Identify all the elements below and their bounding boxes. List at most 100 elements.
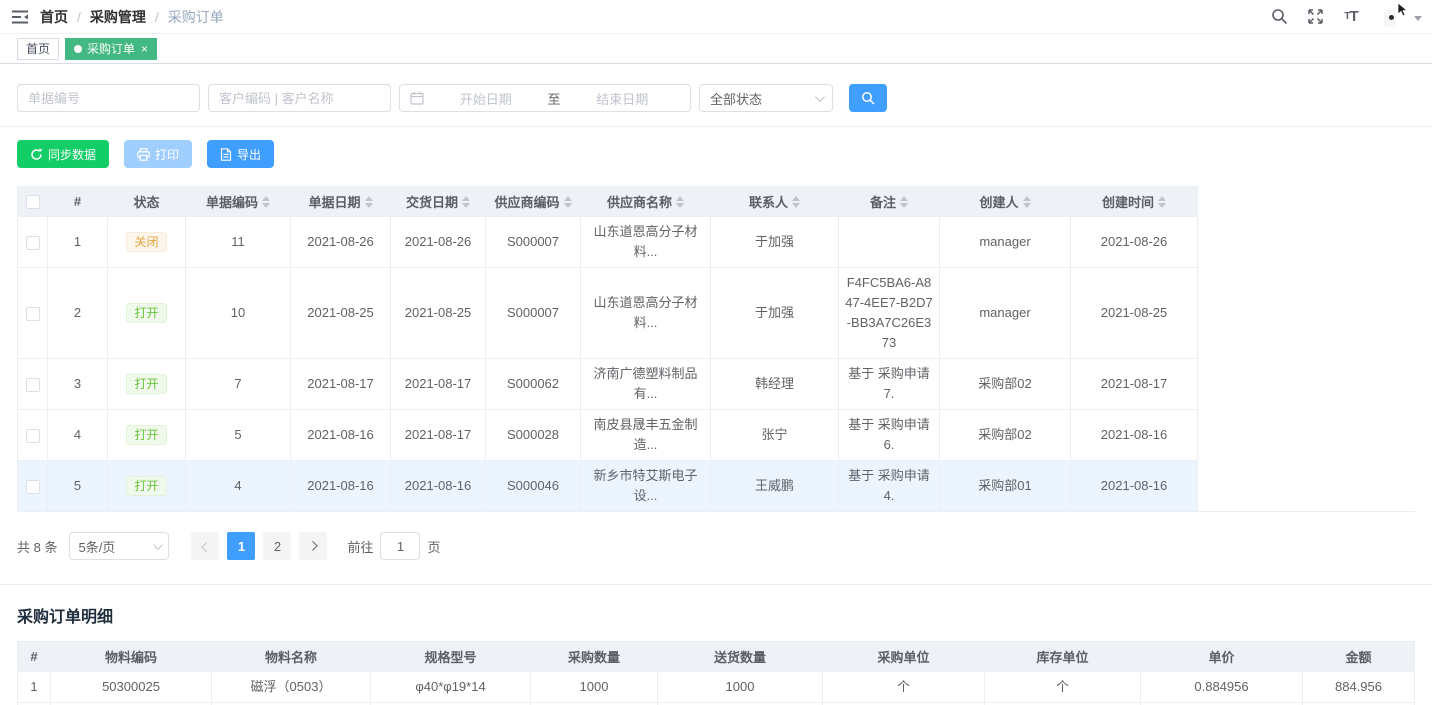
detail-row[interactable]: 1 50300025 磁浮（0503） φ40*φ19*14 1000 1000… <box>18 672 1415 703</box>
start-date-placeholder[interactable]: 开始日期 <box>428 89 544 108</box>
sync-data-label: 同步数据 <box>48 146 96 163</box>
tab-purchase-order[interactable]: 采购订单 × <box>65 38 157 60</box>
user-avatar[interactable] <box>1376 2 1406 32</box>
col-order-code-label: 单据编码 <box>206 192 258 211</box>
end-date-placeholder[interactable]: 结束日期 <box>565 89 681 108</box>
row-checkbox[interactable] <box>26 429 40 443</box>
sort-carets-icon <box>262 196 270 208</box>
chevron-down-icon <box>153 540 163 550</box>
cell <box>839 217 940 268</box>
cell: 2021-08-26 <box>291 217 391 268</box>
cell: 基于 采购申请 7. <box>839 359 940 410</box>
print-button[interactable]: 打印 <box>124 140 192 168</box>
cell: 2021-08-25 <box>391 268 486 359</box>
cell: 韩经理 <box>711 359 839 410</box>
breadcrumb-module[interactable]: 采购管理 <box>90 7 146 27</box>
export-label: 导出 <box>237 146 261 163</box>
goto-page-input[interactable] <box>380 532 420 560</box>
prev-page-button[interactable] <box>191 532 219 560</box>
sort-order-code[interactable]: 单据编码 <box>206 192 270 211</box>
next-page-button[interactable] <box>299 532 327 560</box>
cell: 2021-08-16 <box>291 410 391 461</box>
sort-supplier-name[interactable]: 供应商名称 <box>607 192 684 211</box>
cell: 2021-08-16 <box>291 461 391 512</box>
document-icon <box>220 148 232 161</box>
order-no-input[interactable] <box>17 84 200 112</box>
tab-home-label: 首页 <box>26 40 50 57</box>
customer-input[interactable] <box>208 84 391 112</box>
status-select[interactable]: 全部状态 <box>699 84 833 112</box>
date-range-picker[interactable]: 开始日期 至 结束日期 <box>399 84 691 112</box>
row-checkbox[interactable] <box>26 307 40 321</box>
cell: 新乡市特艾斯电子设... <box>581 461 711 512</box>
sort-contact[interactable]: 联系人 <box>749 192 800 211</box>
page-size-select[interactable]: 5条/页 <box>69 532 169 560</box>
col-contact-label: 联系人 <box>749 192 788 211</box>
order-row[interactable]: 1 关闭 11 2021-08-26 2021-08-26 S000007 山东… <box>18 217 1198 268</box>
tags-view-bar: 首页 采购订单 × <box>0 34 1432 64</box>
cell: 2021-08-17 <box>1071 359 1198 410</box>
row-checkbox[interactable] <box>26 236 40 250</box>
font-size-icon[interactable]: TT <box>1336 0 1366 34</box>
cell: 采购部02 <box>940 410 1071 461</box>
tab-close-icon[interactable]: × <box>141 43 148 55</box>
export-button[interactable]: 导出 <box>207 140 274 168</box>
cell: 7 <box>186 359 291 410</box>
cell: 2021-08-17 <box>291 359 391 410</box>
col-order-date: 单据日期 <box>291 187 391 217</box>
page-button-2[interactable]: 2 <box>263 532 291 560</box>
order-row[interactable]: 4 打开 5 2021-08-16 2021-08-17 S000028 南皮县… <box>18 410 1198 461</box>
cell: 山东道恩高分子材料... <box>581 268 711 359</box>
goto-page: 前往 页 <box>347 532 440 560</box>
orders-table: # 状态 单据编码 单据日期 交货日期 供应商编码 供应商名称 联系人 备注 创… <box>17 186 1198 512</box>
active-dot-icon <box>74 45 82 53</box>
cell: 884.956 <box>1303 672 1415 703</box>
detail-header-row: # 物料编码 物料名称 规格型号 采购数量 送货数量 采购单位 库存单位 单价 … <box>18 642 1415 672</box>
page-size-value: 5条/页 <box>78 537 115 556</box>
search-icon[interactable] <box>1264 0 1294 34</box>
sort-delivery-date[interactable]: 交货日期 <box>406 192 470 211</box>
cell: 4 <box>186 461 291 512</box>
col-material-name: 物料名称 <box>212 642 371 672</box>
cell <box>18 461 48 512</box>
sort-carets-icon <box>900 196 908 208</box>
sort-order-date[interactable]: 单据日期 <box>308 192 372 211</box>
sort-supplier-code[interactable]: 供应商编码 <box>494 192 571 211</box>
cell <box>18 410 48 461</box>
cell: 2021-08-26 <box>1071 217 1198 268</box>
select-all-checkbox[interactable] <box>26 195 40 209</box>
row-checkbox[interactable] <box>26 378 40 392</box>
sync-data-button[interactable]: 同步数据 <box>17 140 109 168</box>
cell: 山东道恩高分子材料... <box>581 217 711 268</box>
order-row[interactable]: 2 打开 10 2021-08-25 2021-08-25 S000007 山东… <box>18 268 1198 359</box>
col-index: # <box>48 187 108 217</box>
fullscreen-icon[interactable] <box>1300 0 1330 34</box>
cell <box>18 217 48 268</box>
col-remark: 备注 <box>839 187 940 217</box>
page-content: 开始日期 至 结束日期 全部状态 同步数据 <box>0 84 1432 705</box>
sidebar-toggle-icon[interactable] <box>0 0 40 34</box>
detail-table: # 物料编码 物料名称 规格型号 采购数量 送货数量 采购单位 库存单位 单价 … <box>17 641 1415 705</box>
col-remark-label: 备注 <box>870 192 896 211</box>
avatar-caret-down-icon[interactable] <box>1414 16 1422 25</box>
cell <box>18 268 48 359</box>
search-button[interactable] <box>849 84 887 112</box>
tab-home[interactable]: 首页 <box>17 38 59 60</box>
col-stock-unit: 库存单位 <box>985 642 1141 672</box>
row-checkbox[interactable] <box>26 480 40 494</box>
cell: 打开 <box>108 268 186 359</box>
page-button-1[interactable]: 1 <box>227 532 255 560</box>
cell: 10 <box>186 268 291 359</box>
col-status: 状态 <box>108 187 186 217</box>
breadcrumb-home[interactable]: 首页 <box>40 7 68 27</box>
cell: 2021-08-26 <box>391 217 486 268</box>
order-row[interactable]: 3 打开 7 2021-08-17 2021-08-17 S000062 济南广… <box>18 359 1198 410</box>
divider <box>0 126 1432 127</box>
cell: 2021-08-16 <box>1071 410 1198 461</box>
sort-creator[interactable]: 创建人 <box>979 192 1030 211</box>
order-row-selected[interactable]: 5 打开 4 2021-08-16 2021-08-16 S000046 新乡市… <box>18 461 1198 512</box>
col-amount: 金额 <box>1303 642 1415 672</box>
sort-created-time[interactable]: 创建时间 <box>1102 192 1166 211</box>
sort-remark[interactable]: 备注 <box>870 192 908 211</box>
cell: 0.884956 <box>1141 672 1303 703</box>
